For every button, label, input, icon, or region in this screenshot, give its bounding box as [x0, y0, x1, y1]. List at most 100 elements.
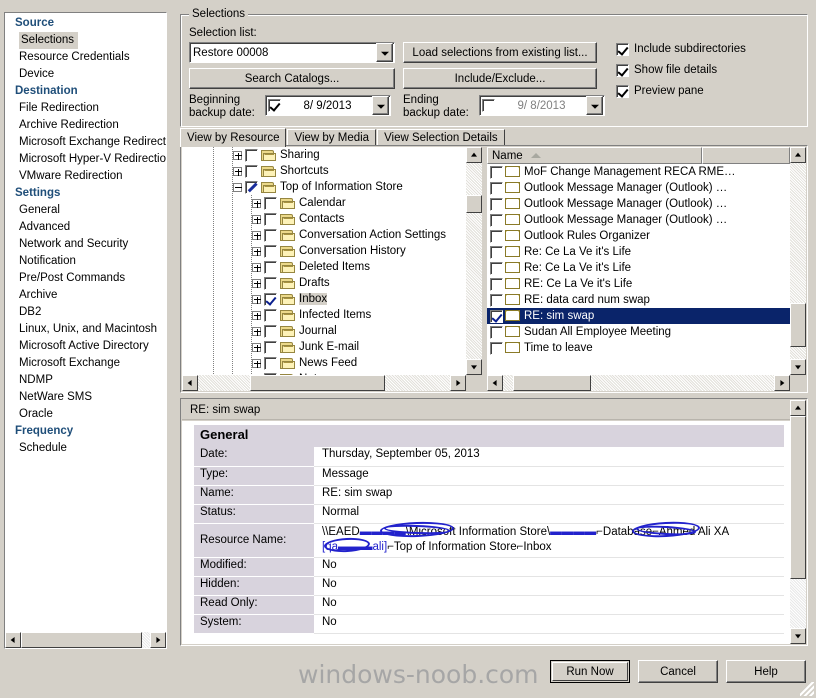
- file-row-checkbox[interactable]: [490, 261, 503, 275]
- file-list-row[interactable]: Outlook Message Manager (Outlook) …: [487, 180, 790, 196]
- expand-node-icon[interactable]: [233, 150, 242, 160]
- sidebar-item-schedule[interactable]: Schedule: [5, 440, 166, 457]
- tree-hscroll-track[interactable]: [198, 375, 450, 391]
- scroll-up-icon[interactable]: [790, 147, 806, 163]
- file-row-checkbox[interactable]: [490, 245, 503, 259]
- tree-node-checkbox[interactable]: [264, 292, 277, 306]
- sidebar-item-vmware-redirection[interactable]: VMware Redirection: [5, 168, 166, 185]
- expand-node-icon[interactable]: [252, 310, 261, 320]
- sidebar-hscroll-track[interactable]: [21, 632, 150, 648]
- tree-node-checkbox[interactable]: [264, 308, 277, 322]
- file-row-checkbox[interactable]: [490, 213, 503, 227]
- tree-node[interactable]: Deleted Items: [182, 259, 466, 275]
- tree-node[interactable]: Sharing: [182, 147, 466, 163]
- file-list-row[interactable]: Outlook Rules Organizer: [487, 228, 790, 244]
- beginning-date-checkbox[interactable]: [268, 99, 281, 112]
- file-row-checkbox[interactable]: [490, 309, 503, 323]
- tree-node-checkbox[interactable]: [245, 164, 258, 178]
- file-list-row[interactable]: RE: sim swap: [487, 308, 790, 324]
- tree-node-checkbox[interactable]: [264, 228, 277, 242]
- tree-node[interactable]: Calendar: [182, 195, 466, 211]
- tab-view-by-resource[interactable]: View by Resource: [180, 128, 287, 147]
- file-row-checkbox[interactable]: [490, 229, 503, 243]
- file-row-checkbox[interactable]: [490, 165, 503, 179]
- tree-node-checkbox[interactable]: [264, 276, 277, 290]
- file-row-checkbox[interactable]: [490, 277, 503, 291]
- tree-node[interactable]: Drafts: [182, 275, 466, 291]
- expand-node-icon[interactable]: [252, 342, 261, 352]
- file-row-checkbox[interactable]: [490, 325, 503, 339]
- scroll-up-icon[interactable]: [466, 147, 482, 163]
- sidebar-item-selections[interactable]: Selections: [19, 32, 79, 49]
- file-list-row[interactable]: Time to leave: [487, 340, 790, 356]
- sidebar-item-linux-unix-and-macintosh[interactable]: Linux, Unix, and Macintosh: [5, 321, 166, 338]
- chevron-down-icon[interactable]: [586, 96, 603, 115]
- expand-node-icon[interactable]: [252, 278, 261, 288]
- sidebar-item-microsoft-hyper-v-redirection[interactable]: Microsoft Hyper-V Redirection: [5, 151, 166, 168]
- list-vertical-scrollbar[interactable]: [790, 147, 806, 375]
- tree-node[interactable]: Inbox: [182, 291, 466, 307]
- tree-hscroll-thumb[interactable]: [250, 375, 385, 391]
- preview-vscroll-track[interactable]: [790, 416, 806, 628]
- expand-node-icon[interactable]: [233, 166, 242, 176]
- list-vscroll-track[interactable]: [790, 163, 806, 359]
- sidebar-item-ndmp[interactable]: NDMP: [5, 372, 166, 389]
- expand-node-icon[interactable]: [252, 262, 261, 272]
- expand-node-icon[interactable]: [252, 358, 261, 368]
- tree-node[interactable]: Junk E-mail: [182, 339, 466, 355]
- sidebar-item-microsoft-active-directory[interactable]: Microsoft Active Directory: [5, 338, 166, 355]
- scroll-right-icon[interactable]: [150, 632, 166, 648]
- tree-node[interactable]: Top of Information Store: [182, 179, 466, 195]
- selection-list-combobox[interactable]: Restore 00008: [189, 42, 395, 63]
- scroll-left-icon[interactable]: [487, 375, 503, 391]
- sidebar-item-file-redirection[interactable]: File Redirection: [5, 100, 166, 117]
- list-hscroll-track[interactable]: [503, 375, 774, 391]
- tree-node[interactable]: Shortcuts: [182, 163, 466, 179]
- sidebar-item-db2[interactable]: DB2: [5, 304, 166, 321]
- column-header-spare[interactable]: [702, 147, 790, 164]
- sidebar-item-pre-post-commands[interactable]: Pre/Post Commands: [5, 270, 166, 287]
- include-exclude-button[interactable]: Include/Exclude...: [403, 68, 597, 89]
- sidebar-horizontal-scrollbar[interactable]: [5, 632, 166, 648]
- list-vscroll-thumb[interactable]: [790, 303, 806, 347]
- list-hscroll-thumb[interactable]: [513, 375, 591, 391]
- scroll-right-icon[interactable]: [774, 375, 790, 391]
- sidebar-item-advanced[interactable]: Advanced: [5, 219, 166, 236]
- file-list-row[interactable]: Sudan All Employee Meeting: [487, 324, 790, 340]
- preview-vertical-scrollbar[interactable]: [790, 400, 806, 644]
- tree-node-checkbox[interactable]: [264, 260, 277, 274]
- tree-node[interactable]: Infected Items: [182, 307, 466, 323]
- tree-node-checkbox[interactable]: [264, 356, 277, 370]
- tree-node[interactable]: Conversation History: [182, 243, 466, 259]
- sidebar-item-microsoft-exchange[interactable]: Microsoft Exchange: [5, 355, 166, 372]
- sidebar-item-oracle[interactable]: Oracle: [5, 406, 166, 423]
- tab-view-by-media[interactable]: View by Media: [287, 129, 377, 146]
- sidebar-item-archive[interactable]: Archive: [5, 287, 166, 304]
- preview-vscroll-thumb[interactable]: [790, 416, 806, 579]
- include-subdirectories-checkbox[interactable]: [616, 42, 629, 56]
- tree-node-checkbox[interactable]: [264, 324, 277, 338]
- expand-node-icon[interactable]: [252, 214, 261, 224]
- tree-node[interactable]: News Feed: [182, 355, 466, 371]
- run-now-button[interactable]: Run Now: [550, 660, 630, 683]
- file-row-checkbox[interactable]: [490, 341, 503, 355]
- cancel-button[interactable]: Cancel: [638, 660, 718, 683]
- load-selections-button[interactable]: Load selections from existing list...: [403, 42, 597, 63]
- file-row-checkbox[interactable]: [490, 293, 503, 307]
- resource-tree[interactable]: Sharing Shortcuts Top of Information Store…: [182, 147, 466, 375]
- tree-node[interactable]: Conversation Action Settings: [182, 227, 466, 243]
- scroll-down-icon[interactable]: [790, 359, 806, 375]
- tree-node-checkbox[interactable]: [264, 212, 277, 226]
- file-list[interactable]: MoF Change Management RECA RME… Outlook M…: [487, 164, 790, 375]
- tree-node[interactable]: Journal: [182, 323, 466, 339]
- file-list-row[interactable]: MoF Change Management RECA RME…: [487, 164, 790, 180]
- sidebar-item-device[interactable]: Device: [5, 66, 166, 83]
- ending-date-checkbox[interactable]: [482, 99, 495, 112]
- tree-vscroll-track[interactable]: [466, 163, 482, 359]
- list-horizontal-scrollbar[interactable]: [487, 375, 790, 391]
- sidebar-item-resource-credentials[interactable]: Resource Credentials: [5, 49, 166, 66]
- scroll-left-icon[interactable]: [5, 632, 21, 648]
- file-list-row[interactable]: RE: data card num swap: [487, 292, 790, 308]
- tab-view-selection-details[interactable]: View Selection Details: [377, 129, 505, 146]
- preview-pane-option[interactable]: Preview pane: [616, 83, 746, 99]
